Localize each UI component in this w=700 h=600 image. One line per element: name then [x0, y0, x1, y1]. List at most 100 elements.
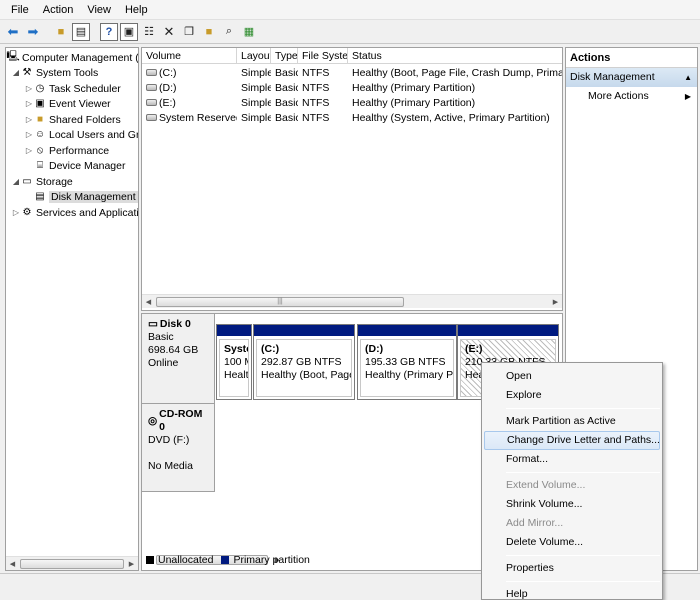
ctx-add-mirror: Add Mirror... — [506, 517, 564, 529]
properties-icon[interactable]: ☷ — [140, 23, 158, 41]
drive-icon — [146, 114, 157, 122]
tree-task-scheduler[interactable]: ▷ ◷ Task Scheduler — [24, 81, 121, 96]
tools-icon: ⚒ — [22, 67, 32, 78]
menu-help[interactable]: Help — [118, 4, 155, 16]
tree-event-viewer[interactable]: ▷ ▣ Event Viewer — [24, 96, 111, 111]
cdrom-icon: ◎ — [148, 414, 158, 427]
copy-icon[interactable]: ❐ — [180, 23, 198, 41]
ctx-explore[interactable]: Explore — [484, 386, 660, 405]
primary-partition-swatch — [221, 556, 230, 564]
users-icon: ☺ — [34, 129, 46, 140]
scroll-right-icon[interactable]: ▶ — [549, 295, 562, 309]
partition-d[interactable]: (D:) 195.33 GB NTFS Healthy (Primary Par… — [357, 324, 457, 400]
show-hide-tree-icon[interactable]: ▤ — [72, 22, 90, 41]
collapsed-arrow-icon[interactable]: ▷ — [24, 115, 34, 124]
tree-shared-folders[interactable]: ▷ ■ Shared Folders — [24, 112, 121, 127]
tree-device-manager[interactable]: ⌸ Device Manager — [34, 158, 125, 173]
volume-list-hscrollbar[interactable]: ◀ ||| ▶ — [142, 294, 562, 308]
storage-icon: ▭ — [22, 176, 32, 187]
menu-separator — [506, 581, 660, 582]
disk-0-label[interactable]: ▭ Disk 0 Basic 698.64 GB Online — [142, 314, 215, 404]
drive-icon — [146, 84, 157, 92]
volume-list-header: Volume Layout Type File System Status — [142, 48, 562, 64]
search-icon[interactable]: ⌕ — [220, 23, 238, 41]
tree-disk-management[interactable]: ▤ Disk Management — [34, 189, 138, 204]
menu-separator — [506, 408, 660, 409]
ctx-mark-active[interactable]: Mark Partition as Active — [484, 412, 660, 431]
delete-icon[interactable]: ✕ — [160, 23, 178, 41]
scroll-left-icon[interactable]: ◀ — [142, 295, 155, 309]
primary-partition-bar — [458, 325, 558, 337]
performance-icon: ⦸ — [36, 145, 44, 156]
submenu-arrow-icon: ▶ — [684, 92, 691, 101]
ctx-open[interactable]: Open — [484, 367, 660, 386]
table-row[interactable]: (E:) Simple Basic NTFS Healthy (Primary … — [142, 95, 562, 110]
table-row[interactable]: (D:) Simple Basic NTFS Healthy (Primary … — [142, 80, 562, 95]
tree-root[interactable]: 🖳 Computer Management (Local — [6, 50, 138, 65]
actions-title: Actions — [566, 48, 697, 68]
expanded-arrow-icon[interactable]: ◢ — [11, 68, 21, 77]
export-icon[interactable]: ▦ — [240, 23, 258, 41]
partition-system-reserved[interactable]: System 100 ME Healthy — [216, 324, 252, 400]
scroll-thumb[interactable] — [20, 559, 124, 569]
expanded-arrow-icon[interactable]: ◢ — [11, 177, 21, 186]
menu-action[interactable]: Action — [36, 4, 81, 16]
col-file-system[interactable]: File System — [298, 48, 348, 64]
forward-icon[interactable]: ➡ — [24, 23, 42, 41]
tree-storage[interactable]: ◢ ▭ Storage — [11, 174, 73, 189]
scroll-thumb[interactable]: ||| — [156, 297, 404, 307]
tree-local-users[interactable]: ▷ ☺ Local Users and Groups — [24, 127, 138, 142]
ctx-shrink-volume[interactable]: Shrink Volume... — [484, 495, 660, 514]
primary-partition-bar — [254, 325, 354, 337]
collapsed-arrow-icon[interactable]: ▷ — [24, 99, 34, 108]
ctx-change-drive-letter[interactable]: Change Drive Letter and Paths... — [484, 431, 660, 450]
collapse-up-icon[interactable]: ▲ — [684, 68, 692, 87]
computer-icon: 🖳 — [6, 51, 20, 62]
table-row[interactable]: (C:) Simple Basic NTFS Healthy (Boot, Pa… — [142, 65, 562, 80]
ctx-help[interactable]: Help — [484, 585, 660, 600]
collapsed-arrow-icon[interactable]: ▷ — [24, 146, 34, 155]
collapsed-arrow-icon[interactable]: ▷ — [24, 130, 34, 139]
col-layout[interactable]: Layout — [237, 48, 271, 64]
ctx-format[interactable]: Format... — [484, 450, 660, 469]
up-folder-icon[interactable]: ■ — [52, 23, 70, 41]
ctx-extend-volume: Extend Volume... — [506, 479, 586, 491]
menu-file[interactable]: File — [4, 4, 36, 16]
col-status[interactable]: Status — [348, 48, 562, 64]
unallocated-swatch — [146, 556, 154, 564]
collapsed-arrow-icon[interactable]: ▷ — [11, 208, 21, 217]
clock-icon: ◷ — [35, 83, 45, 94]
legend: Unallocated Primary partition — [146, 554, 310, 566]
primary-partition-bar — [358, 325, 456, 337]
table-row[interactable]: System Reserved (H:) Simple Basic NTFS H… — [142, 110, 562, 125]
help-icon[interactable]: ? — [100, 22, 118, 41]
tree-services[interactable]: ▷ ⚙ Services and Applications — [11, 205, 138, 220]
partition-c[interactable]: (C:) 292.87 GB NTFS Healthy (Boot, Page … — [253, 324, 355, 400]
console-icon[interactable]: ▣ — [120, 22, 138, 41]
back-icon[interactable]: ⬅ — [4, 23, 22, 41]
tree-performance[interactable]: ▷ ⦸ Performance — [24, 143, 109, 158]
scroll-left-icon[interactable]: ◀ — [6, 557, 19, 570]
console-tree: 🖳 Computer Management (Local ◢ ⚒ System … — [5, 47, 139, 571]
tree-hscrollbar[interactable]: ◀ ▶ — [6, 556, 138, 570]
context-menu: Open Explore Mark Partition as Active Ch… — [481, 362, 663, 600]
ctx-delete-volume[interactable]: Delete Volume... — [484, 533, 660, 552]
more-actions-item[interactable]: More Actions ▶ — [566, 87, 697, 106]
collapsed-arrow-icon[interactable]: ▷ — [24, 84, 34, 93]
ctx-properties[interactable]: Properties — [484, 559, 660, 578]
disk-icon: ▭ — [148, 318, 158, 330]
col-type[interactable]: Type — [271, 48, 298, 64]
tree-system-tools[interactable]: ◢ ⚒ System Tools — [11, 65, 98, 80]
scroll-right-icon[interactable]: ▶ — [125, 557, 138, 570]
open-folder-icon[interactable]: ■ — [200, 23, 218, 41]
drive-icon — [146, 99, 157, 107]
actions-section-disk-management[interactable]: Disk Management ▲ — [566, 68, 697, 87]
disk-management-icon: ▤ — [35, 191, 45, 202]
folder-icon: ■ — [36, 114, 44, 125]
menu-separator — [506, 472, 660, 473]
menu-bar: File Action View Help — [0, 0, 700, 20]
cdrom-0-label[interactable]: ◎ CD-ROM 0 DVD (F:) No Media — [142, 404, 215, 492]
event-icon: ▣ — [35, 98, 45, 109]
col-volume[interactable]: Volume — [142, 48, 237, 64]
menu-view[interactable]: View — [80, 4, 118, 16]
